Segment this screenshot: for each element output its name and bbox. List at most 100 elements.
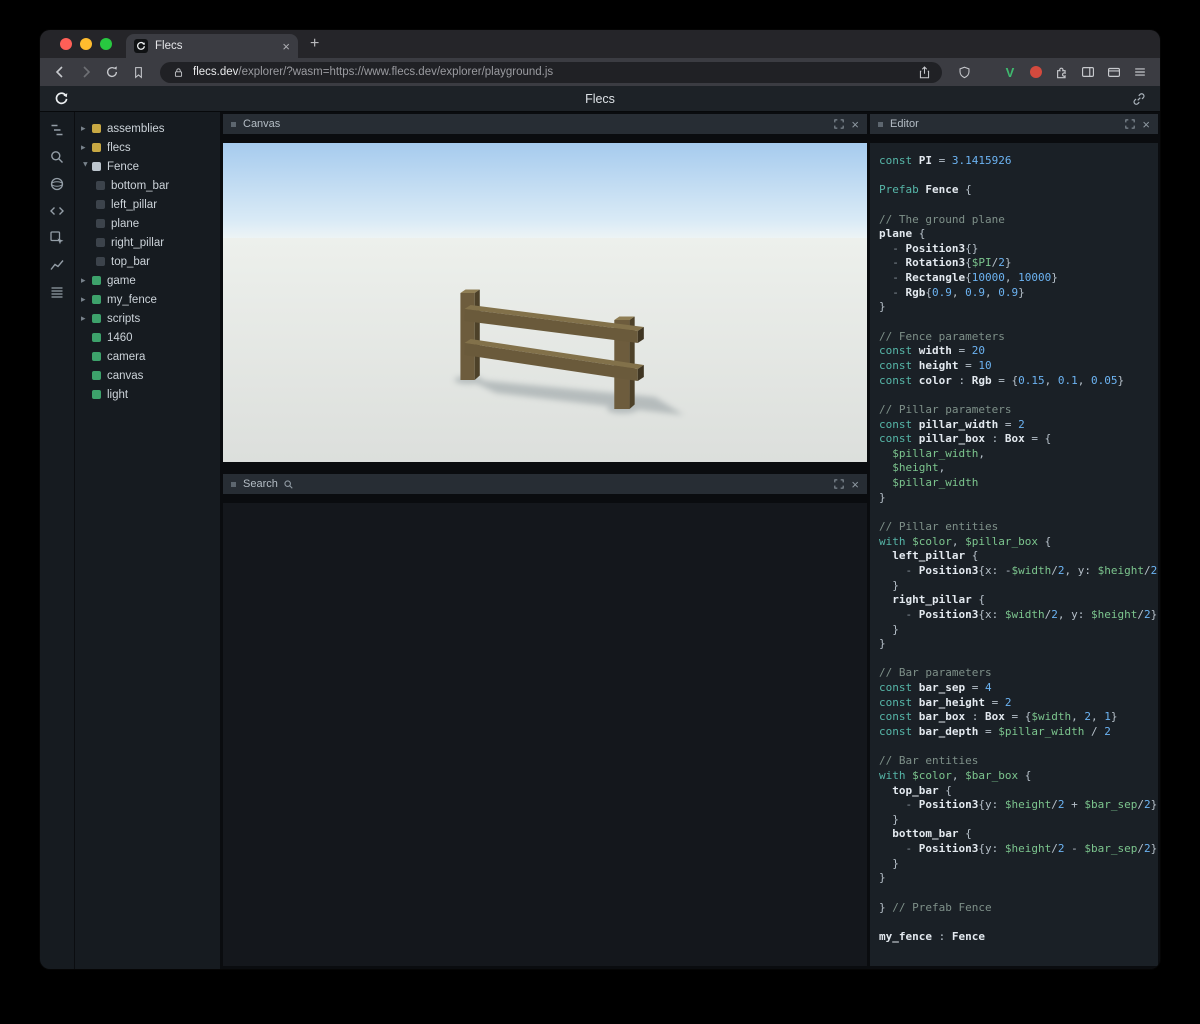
code-line: } // Prefab Fence	[879, 901, 1158, 916]
code-line: $height,	[879, 461, 1158, 476]
tab-title: Flecs	[155, 40, 275, 52]
window-controls	[60, 38, 112, 50]
expand-icon[interactable]	[834, 119, 844, 129]
search-icon[interactable]	[49, 149, 65, 165]
tree-item-assemblies[interactable]: ▸assemblies	[75, 119, 220, 138]
code-line: const pillar_box : Box = {	[879, 432, 1158, 447]
share-icon[interactable]	[916, 64, 932, 80]
tree-item-1460[interactable]: 1460	[75, 328, 220, 347]
code-line: // Fence parameters	[879, 330, 1158, 345]
page-title: Flecs	[40, 92, 1160, 106]
code-line: const color : Rgb = {0.15, 0.1, 0.05}	[879, 374, 1158, 389]
code-line: bottom_bar {	[879, 827, 1158, 842]
search-panel-title: Search	[243, 478, 278, 490]
tree-item-flecs[interactable]: ▸flecs	[75, 138, 220, 157]
expand-icon[interactable]	[1125, 119, 1135, 129]
sidebar-toggle-icon[interactable]	[1080, 64, 1096, 80]
code-line: const pillar_width = 2	[879, 418, 1158, 433]
tree-item-bottom_bar[interactable]: bottom_bar	[75, 176, 220, 195]
lock-icon	[170, 64, 186, 80]
tree-item-scripts[interactable]: ▸scripts	[75, 309, 220, 328]
close-window-button[interactable]	[60, 38, 72, 50]
canvas-3d-view[interactable]	[223, 143, 867, 462]
address-bar[interactable]: flecs.dev/explorer/?wasm=https://www.fle…	[160, 62, 942, 83]
panel-bullet-icon	[878, 122, 883, 127]
red-extension-icon[interactable]	[1028, 64, 1044, 80]
code-line	[879, 169, 1158, 184]
code-line: - Rgb{0.9, 0.9, 0.9}	[879, 286, 1158, 301]
panel-bullet-icon	[231, 482, 236, 487]
tree-expand-arrow-icon[interactable]: ▸	[80, 162, 91, 173]
tree-item-plane[interactable]: plane	[75, 214, 220, 233]
search-icon	[283, 479, 294, 490]
tree-item-game[interactable]: ▸ game	[75, 271, 220, 290]
chart-icon[interactable]	[49, 257, 65, 273]
url-text: flecs.dev/explorer/?wasm=https://www.fle…	[193, 66, 553, 78]
tab-close-button[interactable]: ×	[282, 39, 290, 54]
shield-icon[interactable]	[956, 64, 972, 80]
tree-expand-arrow-icon[interactable]: ▸	[81, 313, 92, 324]
tree-item-top_bar[interactable]: top_bar	[75, 252, 220, 271]
bookmark-icon[interactable]	[130, 64, 146, 80]
browser-tab[interactable]: Flecs ×	[126, 34, 298, 58]
code-line: const bar_depth = $pillar_width / 2	[879, 725, 1158, 740]
minimize-window-button[interactable]	[80, 38, 92, 50]
canvas-panel: Canvas ×	[223, 114, 867, 462]
entity-kind-square-icon	[92, 390, 101, 399]
code-line: const width = 20	[879, 344, 1158, 359]
tree-item-label: game	[107, 275, 136, 287]
tree-expand-arrow-icon[interactable]: ▸	[81, 142, 92, 153]
tree-item-label: Fence	[107, 161, 139, 173]
code-icon[interactable]	[49, 203, 65, 219]
extensions-puzzle-icon[interactable]	[1054, 64, 1070, 80]
canvas-panel-title: Canvas	[243, 118, 280, 130]
tree-item-light[interactable]: light	[75, 385, 220, 404]
tree-item-canvas[interactable]: canvas	[75, 366, 220, 385]
code-line: top_bar {	[879, 784, 1158, 799]
tree-expand-arrow-icon[interactable]: ▸	[81, 294, 92, 305]
editor-panel: Editor × const PI = 3.1415926 Prefab Fen…	[870, 112, 1160, 969]
entity-kind-square-icon	[92, 276, 101, 285]
reload-button[interactable]	[104, 64, 120, 80]
link-icon[interactable]	[1132, 92, 1146, 106]
tree-item-right_pillar[interactable]: right_pillar	[75, 233, 220, 252]
inspect-icon[interactable]	[49, 230, 65, 246]
search-results-area	[223, 503, 867, 966]
code-line: }	[879, 813, 1158, 828]
code-line: - Position3{y: $height/2 - $bar_sep/2}	[879, 842, 1158, 857]
tree-item-Fence[interactable]: ▸ Fence	[75, 157, 220, 176]
sky	[223, 143, 867, 239]
new-tab-button[interactable]: +	[310, 36, 319, 52]
entity-kind-square-icon	[96, 181, 105, 190]
zoom-window-button[interactable]	[100, 38, 112, 50]
wallet-icon[interactable]	[1106, 64, 1122, 80]
expand-icon[interactable]	[834, 479, 844, 489]
code-line: my_fence : Fence	[879, 930, 1158, 945]
tree-expand-arrow-icon[interactable]: ▸	[81, 275, 92, 286]
tree-expand-arrow-icon[interactable]: ▸	[81, 123, 92, 134]
close-icon[interactable]: ×	[851, 478, 859, 491]
code-line: const bar_sep = 4	[879, 681, 1158, 696]
browser-toolbar: flecs.dev/explorer/?wasm=https://www.fle…	[40, 58, 1160, 86]
close-icon[interactable]: ×	[851, 118, 859, 131]
sphere-icon[interactable]	[49, 176, 65, 192]
entity-kind-square-icon	[92, 371, 101, 380]
back-button[interactable]	[52, 64, 68, 80]
tree-icon[interactable]	[49, 122, 65, 138]
code-line: Prefab Fence {	[879, 183, 1158, 198]
tree-item-my_fence[interactable]: ▸my_fence	[75, 290, 220, 309]
rows-icon[interactable]	[49, 284, 65, 300]
tree-item-camera[interactable]: camera	[75, 347, 220, 366]
close-icon[interactable]: ×	[1142, 118, 1150, 131]
entity-kind-square-icon	[92, 333, 101, 342]
code-line	[879, 505, 1158, 520]
vue-extension-icon[interactable]: V	[1002, 64, 1018, 80]
tree-item-left_pillar[interactable]: left_pillar	[75, 195, 220, 214]
editor-code[interactable]: const PI = 3.1415926 Prefab Fence { // T…	[870, 143, 1158, 966]
menu-icon[interactable]	[1132, 64, 1148, 80]
tool-sidebar	[40, 112, 74, 969]
forward-button[interactable]	[78, 64, 94, 80]
code-line: right_pillar {	[879, 593, 1158, 608]
flecs-logo-icon[interactable]	[54, 91, 69, 106]
entity-kind-square-icon	[96, 200, 105, 209]
